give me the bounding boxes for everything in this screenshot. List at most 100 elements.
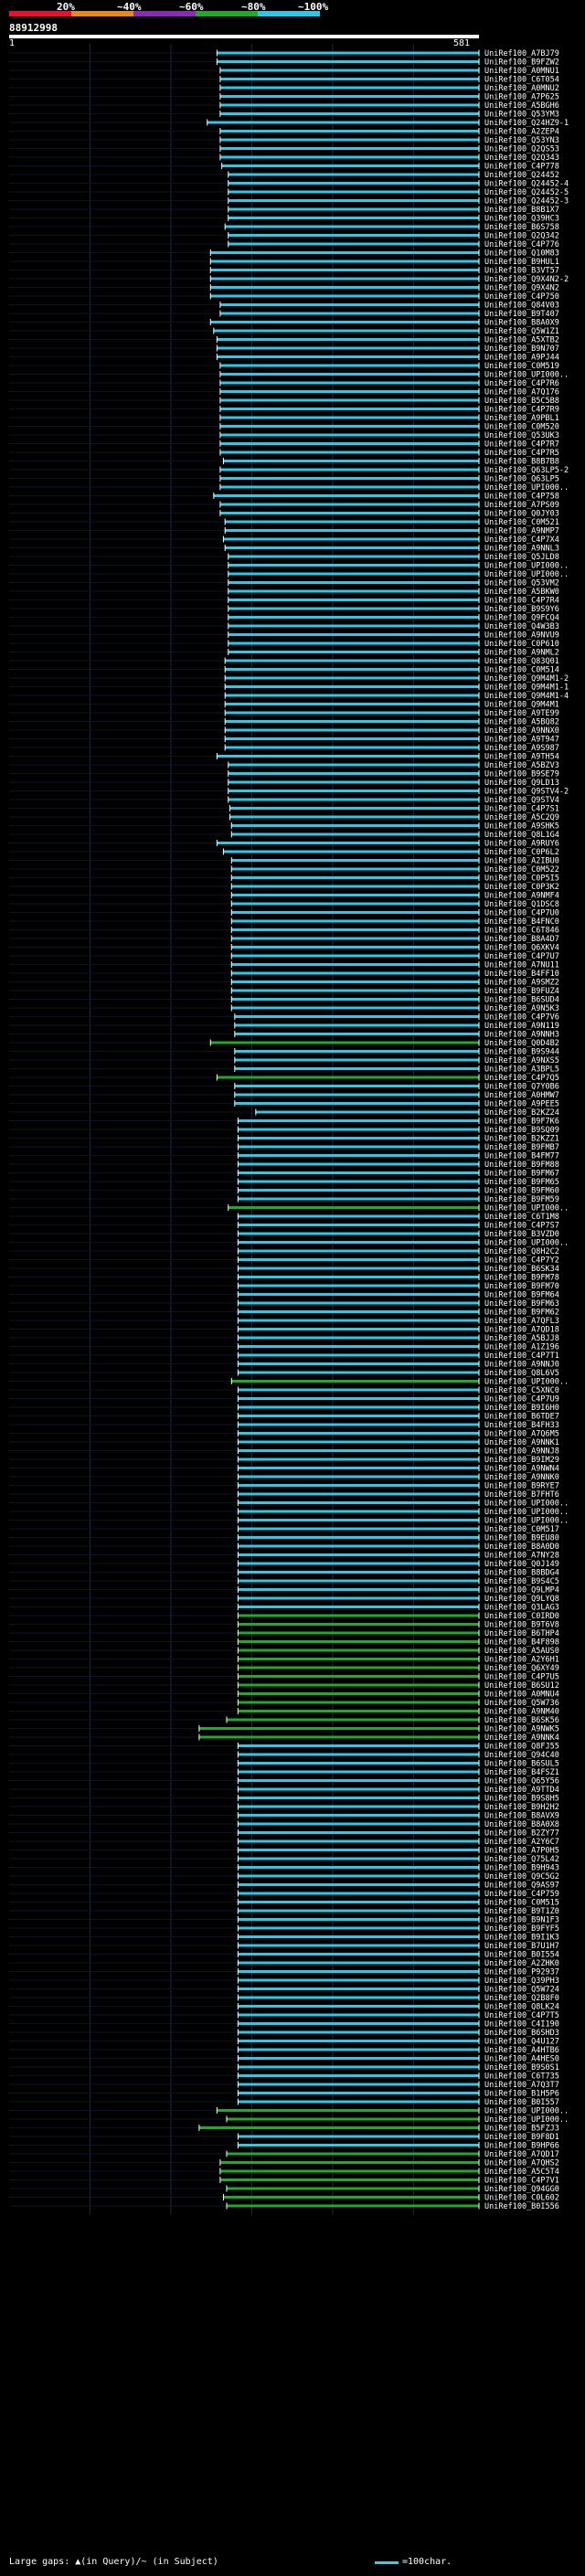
hit-bar[interactable] xyxy=(238,1770,479,1774)
hit-bar[interactable] xyxy=(238,1415,479,1417)
hit-label[interactable]: UniRef100_A5BZV3 xyxy=(484,761,559,770)
hit-bar[interactable] xyxy=(219,155,479,159)
hit-label[interactable]: UniRef100_B9S9Y6 xyxy=(484,605,559,614)
hit-label[interactable]: UniRef100_A2ZEP4 xyxy=(484,128,559,137)
hit-bar[interactable] xyxy=(231,971,480,975)
hit-label[interactable]: UniRef100_Q24HZ9-1 xyxy=(484,119,569,128)
hit-label[interactable]: UniRef100_Q63LP5 xyxy=(484,475,559,484)
hit-label[interactable]: UniRef100_UPI000.. xyxy=(484,2107,569,2116)
hit-bar[interactable] xyxy=(225,225,480,228)
hit-bar[interactable] xyxy=(219,312,479,315)
hit-label[interactable]: UniRef100_A5C2Q9 xyxy=(484,813,559,822)
hit-bar[interactable] xyxy=(225,529,480,532)
hit-label[interactable]: UniRef100_B4FSZ1 xyxy=(484,1768,559,1777)
hit-label[interactable]: UniRef100_C5XNC0 xyxy=(484,1386,559,1395)
hit-label[interactable]: UniRef100_Q1DSC8 xyxy=(484,900,559,909)
hit-label[interactable]: UniRef100_B9N1F3 xyxy=(484,1916,559,1925)
hit-label[interactable]: UniRef100_B8B7B8 xyxy=(484,458,559,467)
hit-bar[interactable] xyxy=(228,207,479,211)
hit-label[interactable]: UniRef100_C4P7T5 xyxy=(484,2011,559,2020)
hit-label[interactable]: UniRef100_Q9LD13 xyxy=(484,779,559,788)
hit-bar[interactable] xyxy=(228,633,479,636)
hit-bar[interactable] xyxy=(238,2048,479,2051)
hit-label[interactable]: UniRef100_UPI000.. xyxy=(484,1239,569,1248)
hit-bar[interactable] xyxy=(238,1510,479,1513)
hit-label[interactable]: UniRef100_Q65Y56 xyxy=(484,1777,559,1786)
hit-bar[interactable] xyxy=(238,1440,479,1444)
hit-label[interactable]: UniRef100_B9S0S1 xyxy=(484,2063,559,2072)
hit-bar[interactable] xyxy=(225,720,480,723)
hit-bar[interactable] xyxy=(228,242,479,246)
hit-bar[interactable] xyxy=(231,867,480,871)
hit-label[interactable]: UniRef100_Q53VM2 xyxy=(484,579,559,588)
hit-label[interactable]: UniRef100_Q9M4M1-1 xyxy=(484,684,569,693)
hit-bar[interactable] xyxy=(238,1571,479,1574)
hit-bar[interactable] xyxy=(238,1909,479,1913)
hit-label[interactable]: UniRef100_C0IRD0 xyxy=(484,1612,559,1621)
hit-bar[interactable] xyxy=(234,1093,479,1097)
hit-label[interactable]: UniRef100_B9FYF5 xyxy=(484,1924,559,1934)
hit-bar[interactable] xyxy=(238,1996,479,1999)
hit-bar[interactable] xyxy=(231,998,480,1001)
hit-label[interactable]: UniRef100_Q7Y0B6 xyxy=(484,1083,559,1092)
hit-bar[interactable] xyxy=(223,460,479,462)
hit-bar[interactable] xyxy=(223,537,479,541)
hit-label[interactable]: UniRef100_Q0J149 xyxy=(484,1560,559,1569)
hit-bar[interactable] xyxy=(219,2169,479,2173)
hit-bar[interactable] xyxy=(228,772,479,775)
hit-bar[interactable] xyxy=(238,1779,479,1782)
hit-label[interactable]: UniRef100_A7QHS2 xyxy=(484,2159,559,2168)
hit-label[interactable]: UniRef100_C4P7S1 xyxy=(484,805,559,814)
hit-label[interactable]: UniRef100_A9NNH3 xyxy=(484,1031,559,1040)
hit-label[interactable]: UniRef100_A7Q3T7 xyxy=(484,2081,559,2090)
hit-label[interactable]: UniRef100_A7BJ79 xyxy=(484,49,559,58)
hit-label[interactable]: UniRef100_C0P610 xyxy=(484,640,559,649)
hit-label[interactable]: UniRef100_B9SE79 xyxy=(484,770,559,779)
hit-bar[interactable] xyxy=(225,676,480,680)
hit-bar[interactable] xyxy=(198,1735,479,1739)
hit-label[interactable]: UniRef100_B4FF10 xyxy=(484,970,559,979)
hit-label[interactable]: UniRef100_B2KZ24 xyxy=(484,1108,559,1118)
hit-bar[interactable] xyxy=(231,946,480,949)
hit-bar[interactable] xyxy=(228,217,479,219)
hit-label[interactable]: UniRef100_Q9STV4-2 xyxy=(484,788,569,797)
hit-label[interactable]: UniRef100_A5C5T4 xyxy=(484,2168,559,2177)
hit-label[interactable]: UniRef100_A9N5K3 xyxy=(484,1004,559,1013)
hit-bar[interactable] xyxy=(231,902,480,906)
hit-label[interactable]: UniRef100_Q10M83 xyxy=(484,249,559,259)
hit-label[interactable]: UniRef100_B6SUL5 xyxy=(484,1760,559,1769)
hit-bar[interactable] xyxy=(238,1258,479,1261)
hit-label[interactable]: UniRef100_Q6XY49 xyxy=(484,1664,559,1673)
hit-bar[interactable] xyxy=(238,1901,479,1903)
hit-label[interactable]: UniRef100_B7U1H7 xyxy=(484,1942,559,1951)
hit-label[interactable]: UniRef100_B9T6V8 xyxy=(484,1621,559,1630)
hit-bar[interactable] xyxy=(228,599,479,601)
hit-bar[interactable] xyxy=(234,1033,479,1035)
hit-bar[interactable] xyxy=(228,234,479,237)
hit-bar[interactable] xyxy=(238,1449,479,1452)
hit-bar[interactable] xyxy=(217,338,480,341)
hit-bar[interactable] xyxy=(238,2144,479,2147)
hit-label[interactable]: UniRef100_A7NY28 xyxy=(484,1552,559,1561)
hit-label[interactable]: UniRef100_B9S944 xyxy=(484,1048,559,1057)
hit-bar[interactable] xyxy=(228,173,479,176)
hit-bar[interactable] xyxy=(238,1614,479,1617)
hit-bar[interactable] xyxy=(238,1362,479,1365)
hit-bar[interactable] xyxy=(238,2074,479,2077)
hit-bar[interactable] xyxy=(238,1666,479,1670)
hit-bar[interactable] xyxy=(238,1553,479,1556)
hit-label[interactable]: UniRef100_B0I557 xyxy=(484,2098,559,2107)
hit-label[interactable]: UniRef100_Q9M4M1-2 xyxy=(484,674,569,684)
hit-bar[interactable] xyxy=(238,1883,479,1886)
hit-bar[interactable] xyxy=(238,1145,479,1149)
hit-label[interactable]: UniRef100_A5XTB2 xyxy=(484,336,559,345)
hit-label[interactable]: UniRef100_B9FM60 xyxy=(484,1187,559,1196)
hit-bar[interactable] xyxy=(219,381,479,385)
hit-label[interactable]: UniRef100_UPI000.. xyxy=(484,562,569,571)
hit-bar[interactable] xyxy=(238,1596,479,1600)
hit-bar[interactable] xyxy=(238,1849,479,1851)
hit-label[interactable]: UniRef100_B6SU12 xyxy=(484,1681,559,1691)
hit-label[interactable]: UniRef100_A7NU11 xyxy=(484,961,559,970)
hit-bar[interactable] xyxy=(210,294,480,298)
hit-label[interactable]: UniRef100_A9NMP7 xyxy=(484,527,559,536)
